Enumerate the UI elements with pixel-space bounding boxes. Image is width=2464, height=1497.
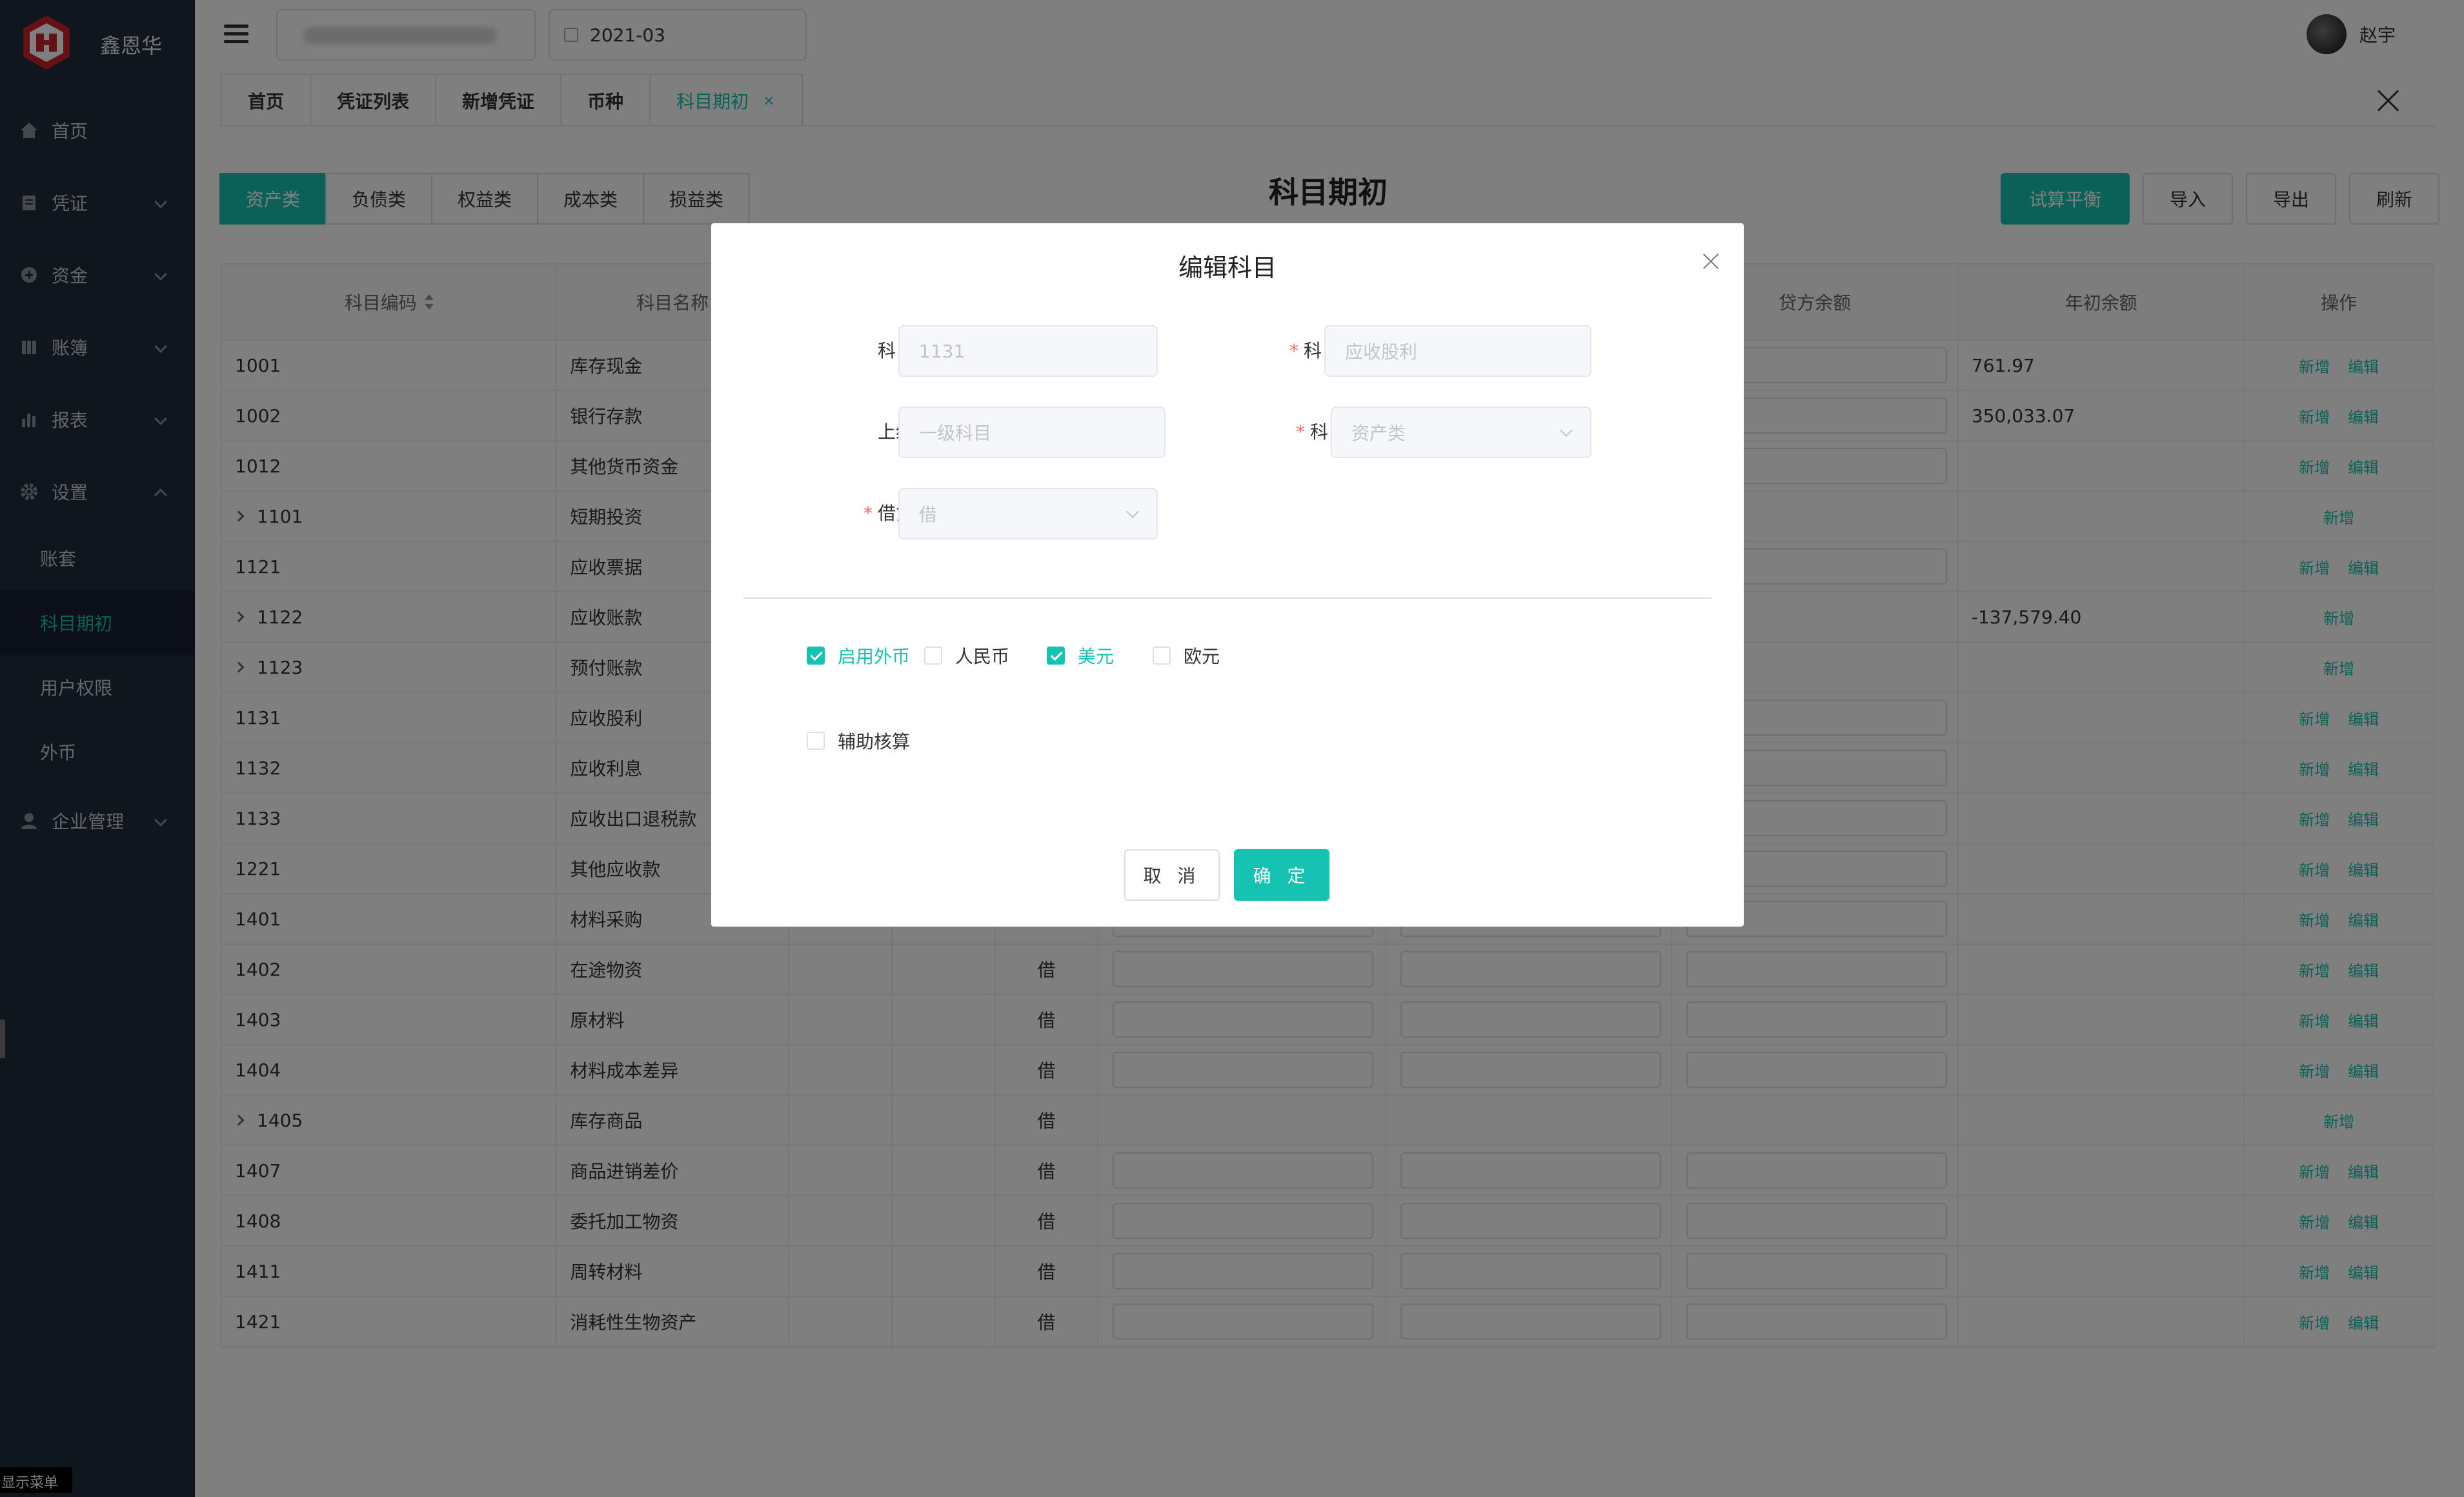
checkbox-label: 美元 [1078, 646, 1115, 667]
checkbox-box [1047, 647, 1065, 665]
required-mark: * [863, 503, 873, 524]
chevron-down-icon [1560, 424, 1573, 437]
direction-value: 借 [919, 504, 938, 525]
required-mark: * [1295, 421, 1305, 443]
close-icon[interactable] [1702, 253, 1719, 270]
direction-select[interactable]: 借 [898, 488, 1158, 539]
checkbox-label: 欧元 [1184, 646, 1220, 667]
checkbox-label: 人民币 [955, 646, 1010, 667]
dialog-title: 编辑科目 [1178, 254, 1277, 282]
confirm-button[interactable]: 确 定 [1234, 849, 1329, 901]
code-value: 1131 [919, 340, 965, 362]
checkbox-box [924, 647, 942, 665]
checkbox-enable-foreign-currency[interactable]: 启用外币 [807, 643, 910, 668]
checkbox-box [1153, 647, 1171, 665]
name-value: 应收股利 [1345, 341, 1418, 363]
edit-account-dialog: 编辑科目 科目编码 1131 *科目名称 应收股利 上级科目 一级科目 *科目类… [711, 223, 1744, 927]
checkbox-box [807, 647, 825, 665]
checkbox-rmb[interactable]: 人民币 [924, 643, 1009, 668]
dialog-divider [743, 598, 1712, 599]
code-input[interactable]: 1131 [898, 325, 1158, 377]
required-mark: * [1289, 340, 1298, 361]
checkbox-eur[interactable]: 欧元 [1153, 643, 1220, 668]
category-value: 资产类 [1351, 423, 1406, 444]
parent-value: 一级科目 [919, 423, 992, 444]
checkbox-usd[interactable]: 美元 [1047, 643, 1114, 668]
parent-input[interactable]: 一级科目 [898, 407, 1166, 458]
chevron-down-icon [1126, 505, 1139, 518]
checkbox-box [807, 732, 825, 750]
category-select[interactable]: 资产类 [1331, 407, 1591, 458]
checkbox-label: 辅助核算 [838, 731, 911, 752]
cancel-button[interactable]: 取 消 [1124, 849, 1220, 901]
checkbox-auxiliary-accounting[interactable]: 辅助核算 [807, 728, 910, 754]
checkbox-label: 启用外币 [838, 646, 911, 667]
name-input[interactable]: 应收股利 [1324, 325, 1591, 377]
